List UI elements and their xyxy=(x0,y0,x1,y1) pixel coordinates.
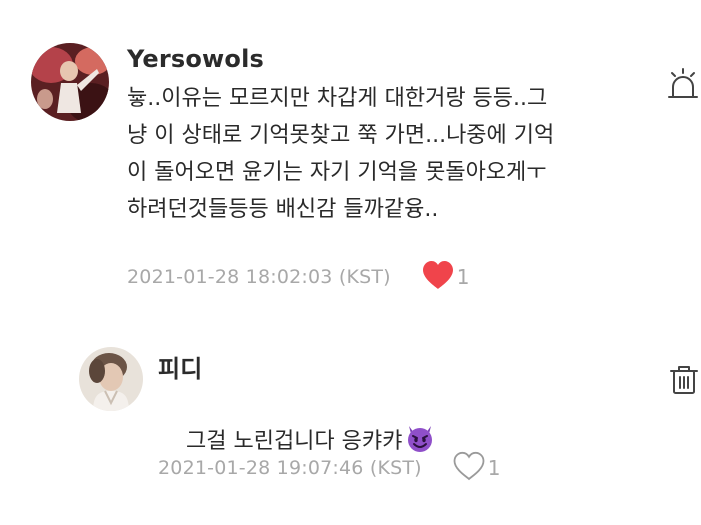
comment-author[interactable]: 피디 xyxy=(158,349,203,384)
heart-outline-icon xyxy=(452,451,486,485)
like-count: 1 xyxy=(456,265,470,289)
report-siren-icon[interactable] xyxy=(666,67,700,101)
comment-author[interactable]: Yersowols xyxy=(127,45,264,73)
like-button[interactable]: 1 xyxy=(421,260,470,294)
comment-text: 그걸 노린겁니다 응캬캬 xyxy=(158,385,618,503)
avatar[interactable] xyxy=(79,347,143,411)
like-button[interactable]: 1 xyxy=(452,451,501,485)
comment-timestamp: 2021-01-28 19:07:46 (KST) xyxy=(158,457,422,479)
trash-icon[interactable] xyxy=(667,363,701,397)
comment-meta: 2021-01-28 18:02:03 (KST) 1 xyxy=(127,260,470,294)
comment-meta: 2021-01-28 19:07:46 (KST) 1 xyxy=(158,451,501,485)
comment: Yersowols 늏..이유는 모르지만 차갑게 대한거랑 등등..그 냥 이… xyxy=(0,0,701,300)
avatar[interactable] xyxy=(31,43,109,121)
comment-timestamp: 2021-01-28 18:02:03 (KST) xyxy=(127,266,391,288)
comment-text: 늏..이유는 모르지만 차갑게 대한거랑 등등..그 냥 이 상태로 기억못찾고… xyxy=(127,86,555,222)
like-count: 1 xyxy=(487,456,501,480)
heart-filled-icon xyxy=(421,260,455,294)
reply-comment: 피디 그걸 노린겁니다 응캬캬 2021-01-28 19:07:46 (KST… xyxy=(0,300,701,525)
